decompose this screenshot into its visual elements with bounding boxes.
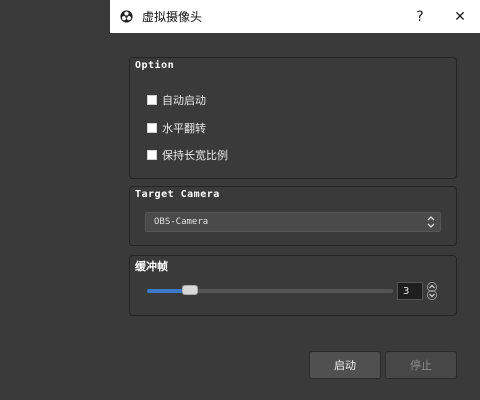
spin-updown-icon[interactable] (425, 282, 439, 300)
virtual-camera-dialog: 虚拟摄像头 ? ✕ Option 自动启动 水平翻转 保持长宽比例 Target… (110, 0, 480, 400)
buffer-slider[interactable] (147, 285, 393, 295)
horizontal-flip-checkbox[interactable] (147, 123, 157, 133)
updown-chevron-icon[interactable] (424, 213, 438, 231)
slider-handle[interactable] (182, 285, 198, 295)
auto-start-option[interactable]: 自动启动 (147, 92, 206, 108)
obs-logo-icon (118, 9, 134, 25)
keep-aspect-checkbox[interactable] (147, 150, 157, 160)
window-title: 虚拟摄像头 (142, 10, 203, 24)
buffer-spinbox[interactable]: 3 (397, 281, 441, 301)
target-camera-group: Target Camera OBS-Camera (129, 186, 457, 246)
camera-select-value: OBS-Camera (154, 217, 209, 227)
help-button[interactable]: ? (400, 0, 440, 33)
option-group: Option 自动启动 水平翻转 保持长宽比例 (129, 57, 457, 179)
buffer-value-input[interactable]: 3 (397, 282, 423, 300)
close-button[interactable]: ✕ (440, 0, 480, 33)
camera-select[interactable]: OBS-Camera (145, 212, 441, 232)
keep-aspect-label: 保持长宽比例 (162, 149, 228, 162)
auto-start-checkbox[interactable] (147, 95, 157, 105)
horizontal-flip-label: 水平翻转 (162, 122, 206, 135)
buffer-frames-title: 缓冲帧 (135, 260, 168, 273)
keep-aspect-option[interactable]: 保持长宽比例 (147, 147, 228, 163)
stop-button[interactable]: 停止 (385, 351, 457, 379)
option-group-title: Option (135, 60, 175, 71)
start-button[interactable]: 启动 (309, 351, 381, 379)
buffer-frames-group: 缓冲帧 3 (129, 255, 457, 316)
background-window (0, 0, 110, 400)
auto-start-label: 自动启动 (162, 94, 206, 107)
title-bar: 虚拟摄像头 ? ✕ (110, 0, 480, 33)
target-camera-title: Target Camera (135, 189, 220, 200)
horizontal-flip-option[interactable]: 水平翻转 (147, 120, 206, 136)
